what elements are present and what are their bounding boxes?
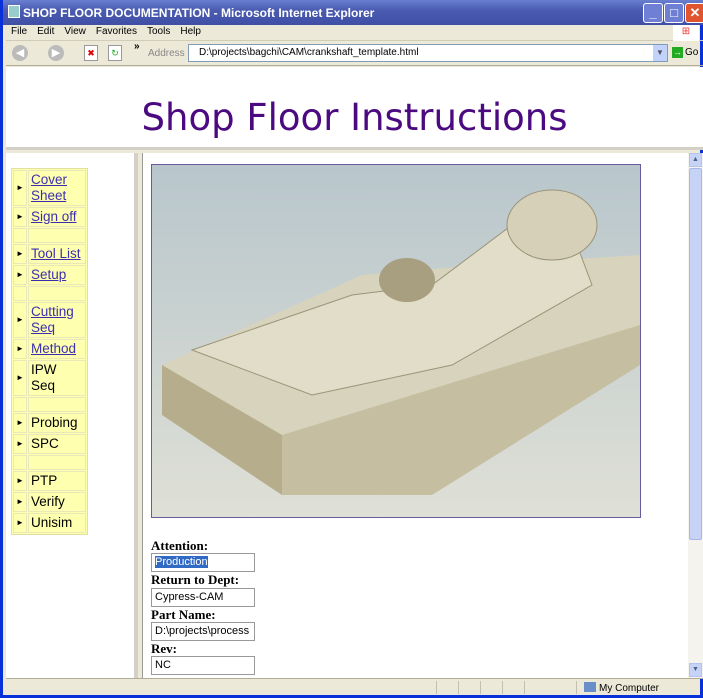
nav-item-sign-off[interactable]: ► Sign off bbox=[13, 207, 86, 227]
nav-item-probing[interactable]: ► Probing bbox=[13, 413, 86, 433]
nav-label-ipw-seq[interactable]: IPW Seq bbox=[31, 362, 57, 393]
page-title: Shop Floor Instructions bbox=[141, 96, 568, 139]
vertical-scrollbar[interactable]: ▲ ▼ bbox=[688, 153, 703, 678]
forward-button[interactable]: ▶ bbox=[48, 45, 64, 61]
arrow-right-icon: ► bbox=[13, 302, 27, 338]
nav-link-tool-list[interactable]: Tool List bbox=[31, 246, 81, 261]
address-input[interactable]: D:\projects\bagchi\CAM\crankshaft_templa… bbox=[188, 44, 668, 62]
nav-label-unisim[interactable]: Unisim bbox=[31, 515, 72, 530]
menu-bar: ⊞ File Edit View Favorites Tools Help bbox=[6, 25, 703, 41]
menu-file[interactable]: File bbox=[6, 25, 32, 38]
arrow-right-icon: ► bbox=[13, 434, 27, 454]
nav-link-setup[interactable]: Setup bbox=[31, 267, 66, 282]
part-name-input[interactable]: D:\projects\process bbox=[151, 622, 255, 641]
part-name-label: Part Name: bbox=[151, 607, 216, 622]
menu-favorites[interactable]: Favorites bbox=[91, 25, 142, 38]
nav-frame: ► Cover Sheet ► Sign off ► Tool List ► Setup ► Cu… bbox=[6, 153, 138, 678]
menu-edit[interactable]: Edit bbox=[32, 25, 59, 38]
go-arrow-icon: → bbox=[672, 47, 683, 58]
arrow-right-icon: ► bbox=[13, 471, 27, 491]
nav-table: ► Cover Sheet ► Sign off ► Tool List ► Setup ► Cu… bbox=[11, 168, 88, 535]
dept-input[interactable]: Cypress-CAM bbox=[151, 588, 255, 607]
title-bar: SHOP FLOOR DOCUMENTATION - Microsoft Int… bbox=[3, 0, 703, 25]
scroll-up-button[interactable]: ▲ bbox=[689, 153, 702, 167]
arrow-right-icon: ► bbox=[13, 413, 27, 433]
stop-button[interactable]: ✖ bbox=[84, 45, 98, 61]
attention-label: Attention: bbox=[151, 538, 209, 553]
maximize-button[interactable]: □ bbox=[664, 3, 684, 23]
nav-link-cover-sheet[interactable]: Cover Sheet bbox=[31, 172, 67, 203]
nav-label-probing[interactable]: Probing bbox=[31, 415, 78, 430]
nav-item-cover-sheet[interactable]: ► Cover Sheet bbox=[13, 170, 86, 206]
nav-item-ptp[interactable]: ► PTP bbox=[13, 471, 86, 491]
go-button[interactable]: → Go bbox=[672, 47, 698, 58]
nav-item-verify[interactable]: ► Verify bbox=[13, 492, 86, 512]
menu-help[interactable]: Help bbox=[175, 25, 206, 38]
nav-item-setup[interactable]: ► Setup bbox=[13, 265, 86, 285]
dept-label: Return to Dept: bbox=[151, 572, 240, 587]
address-text: D:\projects\bagchi\CAM\crankshaft_templa… bbox=[199, 47, 419, 58]
header-frame: Shop Floor Instructions bbox=[6, 67, 703, 150]
minimize-button[interactable]: _ bbox=[643, 3, 663, 23]
content-frame: Attention: Production Return to Dept: Cy… bbox=[142, 153, 688, 678]
nav-item-cutting-seq[interactable]: ► Cutting Seq bbox=[13, 302, 86, 338]
arrow-right-icon: ► bbox=[13, 170, 27, 206]
arrow-right-icon: ► bbox=[13, 339, 27, 359]
nav-item-unisim[interactable]: ► Unisim bbox=[13, 513, 86, 533]
zone-indicator: My Computer bbox=[584, 682, 659, 694]
crankshaft-model-image bbox=[151, 164, 641, 518]
menu-tools[interactable]: Tools bbox=[142, 25, 175, 38]
rev-input[interactable]: NC bbox=[151, 656, 255, 675]
dropdown-icon[interactable]: ▼ bbox=[653, 45, 667, 61]
zone-label: My Computer bbox=[599, 683, 660, 694]
nav-item-method[interactable]: ► Method bbox=[13, 339, 86, 359]
arrow-right-icon: ► bbox=[13, 265, 27, 285]
close-button[interactable]: ✕ bbox=[685, 3, 703, 23]
arrow-right-icon: ► bbox=[13, 207, 27, 227]
nav-spacer bbox=[13, 397, 86, 412]
arrow-right-icon: ► bbox=[13, 492, 27, 512]
status-bar: My Computer bbox=[6, 678, 703, 695]
nav-label-spc[interactable]: SPC bbox=[31, 436, 59, 451]
address-label: Address bbox=[148, 48, 185, 59]
nav-link-cutting-seq[interactable]: Cutting Seq bbox=[31, 304, 74, 335]
arrow-right-icon: ► bbox=[13, 360, 27, 396]
toolbar-chevron[interactable]: » bbox=[134, 41, 140, 52]
nav-item-tool-list[interactable]: ► Tool List bbox=[13, 244, 86, 264]
nav-link-method[interactable]: Method bbox=[31, 341, 76, 356]
attention-value: Production bbox=[155, 556, 208, 568]
back-button[interactable]: ◀ bbox=[12, 45, 28, 61]
refresh-button[interactable]: ↻ bbox=[108, 45, 122, 61]
attention-input[interactable]: Production bbox=[151, 553, 255, 572]
arrow-right-icon: ► bbox=[13, 513, 27, 533]
ie-icon bbox=[8, 5, 20, 18]
arrow-right-icon: ► bbox=[13, 244, 27, 264]
nav-item-ipw-seq[interactable]: ► IPW Seq bbox=[13, 360, 86, 396]
nav-spacer bbox=[13, 228, 86, 243]
computer-icon bbox=[584, 682, 596, 692]
scroll-thumb[interactable] bbox=[689, 168, 702, 540]
go-label: Go bbox=[685, 47, 699, 58]
nav-spacer bbox=[13, 455, 86, 470]
nav-label-ptp[interactable]: PTP bbox=[31, 473, 57, 488]
browser-window: SHOP FLOOR DOCUMENTATION - Microsoft Int… bbox=[0, 0, 703, 698]
toolbar: ◀ ▶ ✖ ↻ » Address D:\projects\bagchi\CAM… bbox=[6, 41, 703, 66]
nav-spacer bbox=[13, 286, 86, 301]
window-title: SHOP FLOOR DOCUMENTATION - Microsoft Int… bbox=[23, 6, 375, 20]
nav-label-verify[interactable]: Verify bbox=[31, 494, 65, 509]
nav-link-sign-off[interactable]: Sign off bbox=[31, 209, 77, 224]
menu-view[interactable]: View bbox=[59, 25, 91, 38]
rev-label: Rev: bbox=[151, 641, 177, 656]
windows-logo-icon: ⊞ bbox=[673, 25, 699, 41]
nav-item-spc[interactable]: ► SPC bbox=[13, 434, 86, 454]
scroll-down-button[interactable]: ▼ bbox=[689, 663, 702, 677]
